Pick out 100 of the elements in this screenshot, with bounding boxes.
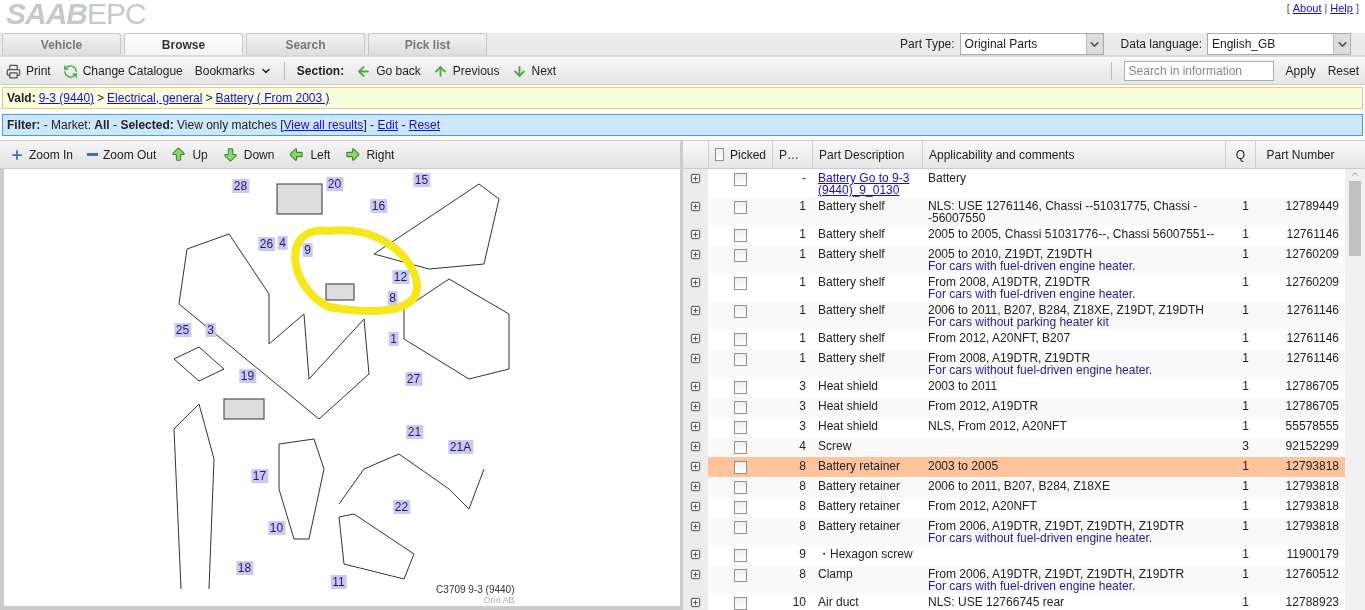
image-tool-button[interactable]: Left — [288, 146, 331, 163]
part-row[interactable]: 1 Battery shelf 2006 to 2011, B207, B284, Z18XE, Z19DT, Z19DTH For cars without parking heater kit 1 12761146 — [683, 301, 1345, 329]
checkbox[interactable] — [733, 461, 747, 474]
part-row[interactable]: 1 Battery shelf From 2008, A19DTR, Z19DTR For cars without fuel-driven engine heater. 1 12761146 — [683, 349, 1345, 377]
callout-number[interactable]: 26 — [257, 237, 276, 251]
header-link[interactable]: Help — [1330, 2, 1353, 14]
expand-icon[interactable] — [690, 229, 701, 240]
callout-number[interactable]: 21 — [405, 425, 424, 439]
part-row[interactable]: 1 Battery shelf NLS: USE 12761146, Chassi --51031775, Chassi --56007550 1 12789449 — [683, 197, 1345, 225]
callout-number[interactable]: 1 — [388, 332, 399, 346]
checkbox[interactable] — [733, 521, 747, 534]
callout-number[interactable]: 11 — [330, 575, 347, 589]
image-tool-button[interactable]: Zoom Out — [87, 147, 157, 162]
callout-number[interactable]: 10 — [267, 521, 286, 535]
toolbar-button[interactable]: Next — [511, 63, 557, 79]
checkbox[interactable] — [733, 549, 747, 562]
breadcrumb-link[interactable]: Battery ( From 2003 ) — [215, 91, 330, 105]
part-row[interactable]: 8 Battery retainer From 2006, A19DTR, Z19DT, Z19DTH, Z19DTR For cars without fuel-driven engine heater. 1 12793818 — [683, 517, 1345, 545]
nav-tab[interactable]: Browse — [124, 33, 243, 55]
column-header[interactable]: Q — [1225, 141, 1255, 168]
part-row[interactable]: 1 Battery shelf 2005 to 2010, Z19DT, Z19DTH For cars with fuel-driven engine heater. 1 12760209 — [683, 245, 1345, 273]
callout-number[interactable]: 20 — [325, 177, 344, 191]
toolbar-button[interactable]: Print — [6, 63, 51, 79]
checkbox[interactable] — [733, 305, 747, 318]
scroll-up-icon[interactable] — [1350, 169, 1360, 179]
checkbox[interactable] — [733, 441, 747, 454]
column-header[interactable]: Part Description — [812, 141, 922, 168]
callout-number[interactable]: 12 — [391, 270, 410, 284]
expand-icon[interactable] — [690, 501, 701, 512]
expand-icon[interactable] — [690, 441, 701, 452]
checkbox[interactable] — [733, 249, 747, 262]
expand-icon[interactable] — [690, 353, 701, 364]
callout-number[interactable]: 21A — [447, 440, 474, 454]
image-tool-button[interactable]: Down — [221, 146, 275, 163]
checkbox[interactable] — [733, 229, 747, 242]
callout-number[interactable]: 8 — [387, 291, 398, 305]
checkbox[interactable] — [733, 353, 747, 366]
checkbox[interactable] — [733, 277, 747, 290]
image-tool-button[interactable]: Right — [344, 146, 395, 163]
breadcrumb-link[interactable]: Electrical, general — [107, 91, 203, 105]
checkbox[interactable] — [733, 201, 747, 214]
checkbox[interactable] — [733, 597, 747, 610]
expand-icon[interactable] — [690, 569, 701, 580]
callout-number[interactable]: 3 — [205, 323, 216, 337]
expand-icon[interactable] — [690, 401, 701, 412]
header-link[interactable]: About — [1292, 2, 1322, 14]
callout-number[interactable]: 18 — [235, 561, 254, 575]
expand-icon[interactable] — [690, 249, 701, 260]
expand-icon[interactable] — [690, 305, 701, 316]
part-row[interactable]: 8 Battery retainer 2006 to 2011, B207, B284, Z18XE 1 12793818 — [683, 477, 1345, 497]
expand-icon[interactable] — [690, 381, 701, 392]
column-header[interactable]: Part Number — [1255, 141, 1345, 168]
breadcrumb-link[interactable]: 9-3 (9440) — [38, 91, 95, 105]
expand-icon[interactable] — [690, 549, 701, 560]
expand-icon[interactable] — [690, 461, 701, 472]
expand-icon[interactable] — [690, 277, 701, 288]
callout-number[interactable]: 19 — [238, 369, 257, 383]
callout-number[interactable]: 15 — [412, 173, 431, 187]
callout-number[interactable]: 4 — [277, 236, 288, 250]
checkbox[interactable] — [733, 569, 747, 582]
image-tool-button[interactable]: Zoom In — [10, 147, 73, 162]
part-row[interactable]: 8 Clamp From 2006, A19DTR, Z19DT, Z19DTH, Z19DTR For cars with fuel-driven engine heater. 1 12760512 — [683, 565, 1345, 593]
checkbox[interactable] — [733, 333, 747, 346]
part-link[interactable]: Battery Go to 9-3 (9440)_9_0130 — [818, 172, 916, 196]
checkbox[interactable] — [733, 381, 747, 394]
expand-icon[interactable] — [690, 421, 701, 432]
expand-icon[interactable] — [690, 521, 701, 532]
toolbar-button[interactable]: Change Catalogue — [62, 63, 183, 79]
callout-number[interactable]: 17 — [250, 469, 269, 483]
checkbox[interactable] — [733, 481, 747, 494]
toolbar-button[interactable]: Reset — [1327, 64, 1359, 78]
image-tool-button[interactable]: Up — [170, 146, 208, 163]
dropdown-select[interactable]: English_GB — [1207, 33, 1351, 55]
checkbox[interactable] — [733, 501, 747, 514]
nav-tab[interactable]: Vehicle — [2, 33, 121, 55]
checkbox[interactable] — [733, 401, 747, 414]
toolbar-button[interactable]: Previous — [432, 63, 500, 79]
toolbar-button[interactable]: Apply — [1285, 64, 1316, 78]
checkbox[interactable] — [733, 173, 747, 186]
scrollbar-thumb[interactable] — [1349, 181, 1361, 256]
checkbox[interactable] — [715, 148, 724, 161]
column-header[interactable]: Applicability and comments — [922, 141, 1225, 168]
callout-number[interactable]: 25 — [173, 323, 192, 337]
toolbar-button[interactable]: Go back — [356, 63, 421, 79]
column-header[interactable]: P… — [772, 141, 812, 168]
callout-number[interactable]: 27 — [404, 372, 423, 386]
search-field[interactable]: Search in information — [1123, 61, 1274, 81]
bookmarks-dropdown[interactable]: Bookmarks — [194, 64, 272, 78]
part-row[interactable]: 4 Screw 3 92152299 — [683, 437, 1345, 457]
dropdown-select[interactable]: Original Parts — [959, 33, 1104, 55]
callout-number[interactable]: 22 — [392, 500, 411, 514]
callout-number[interactable]: 9 — [302, 243, 313, 257]
expand-icon[interactable] — [690, 201, 701, 212]
nav-tab[interactable]: Pick list — [368, 33, 487, 55]
expand-icon[interactable] — [690, 481, 701, 492]
filter-link[interactable]: Edit — [377, 118, 399, 132]
expand-icon[interactable] — [690, 333, 701, 344]
part-row[interactable]: 8 Battery retainer 2003 to 2005 1 12793818 — [683, 457, 1345, 477]
callout-number[interactable]: 28 — [231, 179, 250, 193]
checkbox[interactable] — [733, 421, 747, 434]
